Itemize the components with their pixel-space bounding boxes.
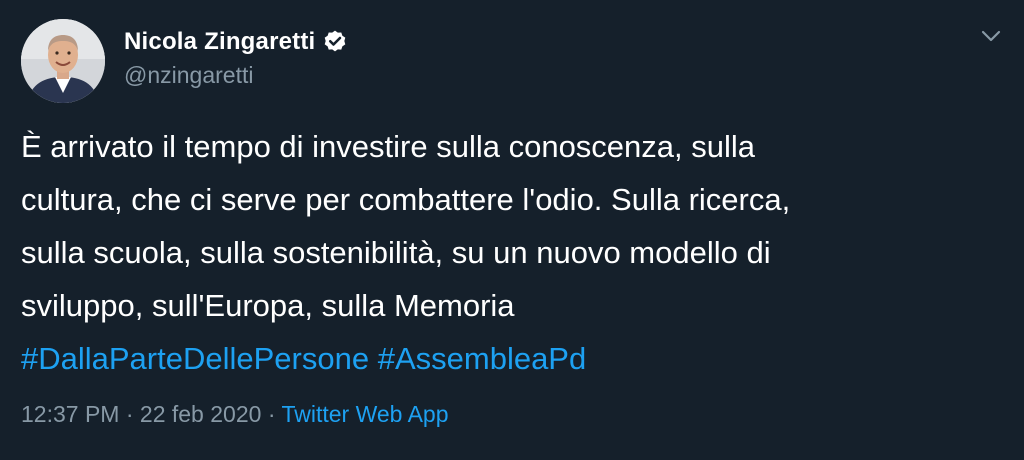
tweet-line: È arrivato il tempo di investire sulla c…	[21, 129, 756, 164]
tweet-time[interactable]: 12:37 PM	[21, 401, 119, 427]
tweet-text: È arrivato il tempo di investire sulla c…	[21, 120, 1001, 385]
hashtag-link[interactable]: #AssembleaPd	[378, 341, 587, 376]
author-block: Nicola Zingaretti @nzingaretti	[124, 26, 348, 89]
tweet-line: sulla scuola, sulla sostenibilità, su un…	[21, 235, 771, 270]
handle[interactable]: @nzingaretti	[124, 62, 348, 89]
chevron-down-icon[interactable]	[978, 26, 1004, 46]
name-row: Nicola Zingaretti	[124, 26, 348, 58]
avatar-photo	[21, 19, 105, 103]
display-name[interactable]: Nicola Zingaretti	[124, 28, 315, 56]
tweet-card: Nicola Zingaretti @nzingaretti È arrivat…	[0, 0, 1024, 460]
tweet-line: cultura, che ci serve per combattere l'o…	[21, 182, 791, 217]
tweet-date[interactable]: 22 feb 2020	[140, 401, 262, 427]
verified-badge-icon	[322, 29, 348, 55]
hashtag-link[interactable]: #DallaParteDellePersone	[21, 341, 369, 376]
meta-separator: ·	[125, 401, 134, 427]
tweet-line: sviluppo, sull'Europa, sulla Memoria	[21, 288, 515, 323]
tweet-source-link[interactable]: Twitter Web App	[281, 401, 448, 427]
meta-separator: ·	[267, 401, 276, 427]
tweet-meta: 12:37 PM · 22 feb 2020 · Twitter Web App	[21, 401, 449, 428]
hashtag-line: #DallaParteDellePersone #AssembleaPd	[21, 332, 1001, 385]
avatar[interactable]	[21, 19, 105, 103]
